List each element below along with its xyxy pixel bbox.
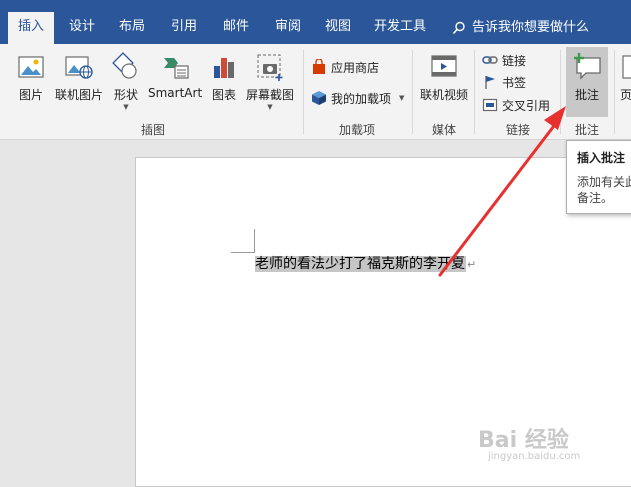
link-label: 链接 xyxy=(502,53,527,68)
tab-developer[interactable]: 开发工具 xyxy=(368,14,432,44)
tooltip-desc-line1: 添加有关此 xyxy=(577,175,631,189)
tab-design[interactable]: 设计 xyxy=(62,14,102,44)
group-separator xyxy=(474,50,475,134)
screenshot-label: 屏幕截图 xyxy=(245,88,294,102)
store-bag-icon xyxy=(313,59,325,74)
screenshot-dropdown-icon: ▼ xyxy=(267,103,273,111)
watermark-url: jingyan.baidu.com xyxy=(488,451,581,462)
comment-tooltip: 插入批注 添加有关此 备注。 xyxy=(566,140,631,214)
addins-group-label: 加载项 xyxy=(338,123,375,137)
tab-insert[interactable]: 插入 xyxy=(8,12,54,44)
online-picture-button[interactable]: 联机图片 xyxy=(54,52,104,103)
document-paragraph[interactable]: 老师的看法少打了福克斯的李开夏 ↵ xyxy=(255,254,476,274)
page-margin-mark xyxy=(254,229,255,253)
page-icon xyxy=(622,55,631,79)
tab-layout[interactable]: 布局 xyxy=(112,14,152,44)
bookmark-flag-icon xyxy=(485,76,495,89)
group-separator xyxy=(560,50,561,134)
media-group-label: 媒体 xyxy=(431,123,456,137)
smartart-label: SmartArt xyxy=(148,86,203,100)
new-comment-icon xyxy=(574,53,601,80)
online-video-label: 联机视频 xyxy=(419,88,468,102)
online-picture-icon xyxy=(65,56,93,79)
new-comment-button[interactable]: 批注 xyxy=(566,52,608,103)
my-addins-label: 我的加载项 xyxy=(331,91,392,106)
chart-button[interactable]: 图表 xyxy=(208,52,240,103)
header-footer-button-partial[interactable]: 页 xyxy=(620,52,631,103)
shapes-button[interactable]: 形状 ▼ xyxy=(110,52,142,111)
tell-me-placeholder: 告诉我你想要做什么 xyxy=(472,20,590,35)
page-margin-mark xyxy=(231,252,255,253)
my-addins-dropdown-icon: ▼ xyxy=(399,94,405,102)
tooltip-description: 添加有关此 备注。 xyxy=(577,174,631,206)
tell-me-box[interactable]: 告诉我你想要做什么 xyxy=(452,14,589,42)
tooltip-title: 插入批注 xyxy=(577,151,626,165)
cross-reference-label: 交叉引用 xyxy=(502,98,551,113)
link-button[interactable]: 链接 xyxy=(482,50,526,70)
watermark-logo: Bai 经验 xyxy=(478,428,569,453)
comments-group-label: 批注 xyxy=(574,123,599,137)
online-picture-label: 联机图片 xyxy=(54,88,103,102)
selected-text[interactable]: 老师的看法少打了福克斯的李开夏 xyxy=(255,256,466,272)
addins-cube-icon xyxy=(312,91,326,105)
group-separator xyxy=(303,50,304,134)
paragraph-mark: ↵ xyxy=(467,258,477,271)
new-comment-label: 批注 xyxy=(574,88,599,102)
smartart-button[interactable]: SmartArt xyxy=(148,52,202,100)
links-group-label: 链接 xyxy=(505,123,530,137)
lightbulb-icon xyxy=(452,21,465,35)
store-button[interactable]: 应用商店 xyxy=(311,57,379,77)
shapes-icon xyxy=(112,52,137,79)
picture-icon xyxy=(18,56,44,78)
tooltip-desc-line2: 备注。 xyxy=(577,191,614,205)
partial-label: 页 xyxy=(620,88,631,102)
chart-label: 图表 xyxy=(211,88,236,102)
tab-view[interactable]: 视图 xyxy=(318,14,358,44)
smartart-icon xyxy=(164,58,189,79)
ribbon-tab-bar: 插入 设计 布局 引用 邮件 审阅 视图 开发工具 告诉我你想要做什么 xyxy=(0,0,631,44)
picture-button[interactable]: 图片 xyxy=(14,52,48,103)
shapes-label: 形状 xyxy=(113,88,138,102)
illustrations-group-label: 插图 xyxy=(140,123,165,137)
video-film-icon xyxy=(431,55,457,77)
link-chain-icon xyxy=(482,56,498,64)
store-label: 应用商店 xyxy=(331,60,380,75)
online-video-button[interactable]: 联机视频 xyxy=(418,52,470,103)
bookmark-label: 书签 xyxy=(502,75,527,90)
cross-reference-icon xyxy=(482,98,498,112)
chart-icon xyxy=(214,58,234,78)
screenshot-button[interactable]: 屏幕截图 ▼ xyxy=(244,52,296,111)
group-separator xyxy=(614,50,615,134)
shapes-dropdown-icon: ▼ xyxy=(123,103,129,111)
group-separator xyxy=(412,50,413,134)
my-addins-button[interactable]: 我的加载项 ▼ xyxy=(311,88,404,108)
picture-label: 图片 xyxy=(18,88,43,102)
tab-references[interactable]: 引用 xyxy=(164,14,204,44)
tab-review[interactable]: 审阅 xyxy=(268,14,308,44)
screenshot-icon xyxy=(257,54,283,81)
cross-reference-button[interactable]: 交叉引用 xyxy=(482,95,550,115)
bookmark-button[interactable]: 书签 xyxy=(482,72,526,92)
tab-mailings[interactable]: 邮件 xyxy=(216,14,256,44)
